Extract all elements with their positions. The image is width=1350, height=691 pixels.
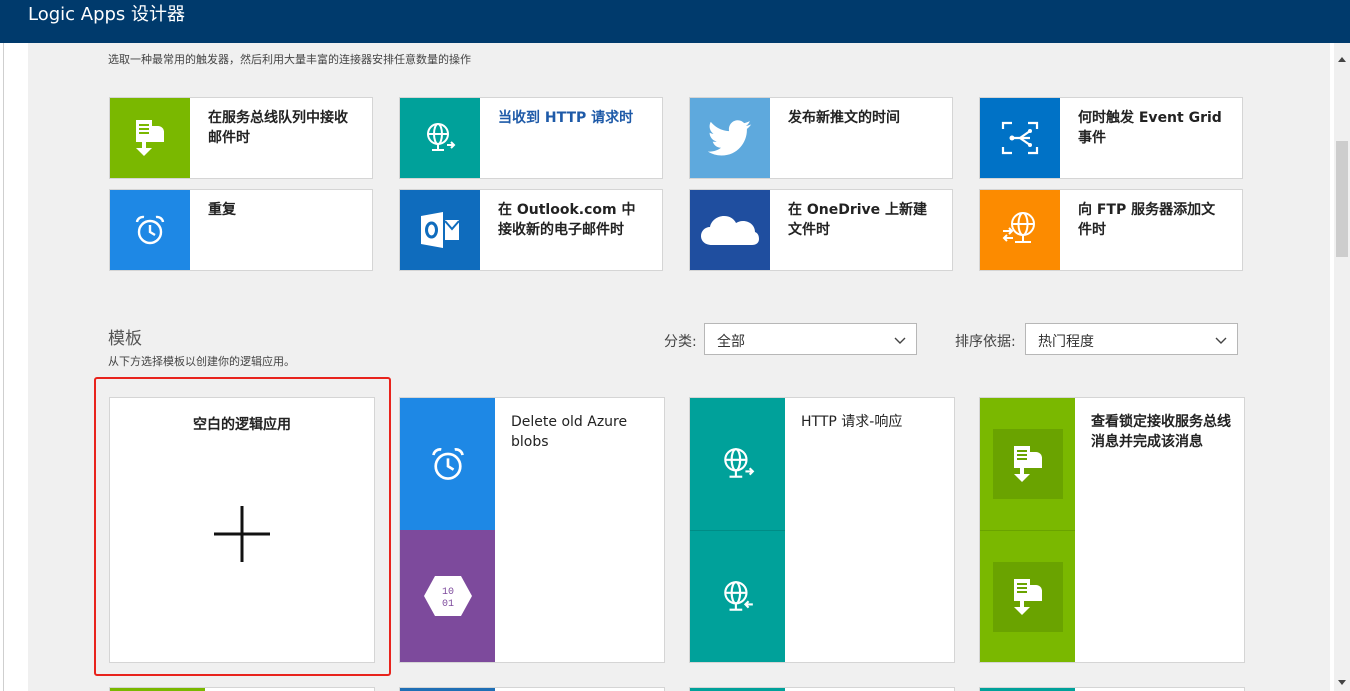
trigger-twitter[interactable]: 发布新推文的时间 [689,97,953,179]
sort-value: 热门程度 [1038,334,1094,350]
chevron-down-icon [894,333,906,349]
template-card-partial[interactable] [979,687,1245,691]
svg-text:10: 10 [441,587,453,598]
templates-title: 模板 [108,329,142,349]
trigger-label: 当收到 HTTP 请求时 [498,110,634,126]
template-blank-logic-app[interactable]: 空白的逻辑应用 [109,397,375,663]
trigger-service-bus[interactable]: 在服务总线队列中接收邮件时 [109,97,373,179]
trigger-label: 重复 [208,202,236,218]
trigger-recurrence[interactable]: 重复 [109,189,373,271]
alarm-clock-icon [400,398,495,530]
vertical-scrollbar[interactable] [1334,43,1350,691]
category-value: 全部 [717,334,745,350]
category-label: 分类: [664,334,697,350]
template-title: 空白的逻辑应用 [193,417,291,433]
scroll-down-arrow-icon[interactable] [1338,680,1346,685]
trigger-label: 在服务总线队列中接收邮件时 [208,110,348,146]
service-bus-icon [980,530,1075,662]
templates-subtitle: 从下方选择模板以创建你的逻辑应用。 [108,355,295,368]
template-card-partial[interactable] [689,687,955,691]
title-bar: Logic Apps 设计器 [0,0,1350,43]
ftp-globe-icon [980,190,1060,270]
service-bus-icon [980,398,1075,530]
trigger-label: 发布新推文的时间 [788,110,900,126]
onedrive-cloud-icon [690,190,770,270]
http-globe-icon [400,98,480,178]
trigger-outlook[interactable]: 在 Outlook.com 中接收新的电子邮件时 [399,189,663,271]
outlook-icon [400,190,480,270]
twitter-bird-icon [690,98,770,178]
sort-label: 排序依据: [955,334,1016,350]
alarm-clock-icon [110,190,190,270]
sort-select[interactable]: 热门程度 [1025,323,1238,355]
event-grid-icon [980,98,1060,178]
scroll-up-arrow-icon[interactable] [1338,57,1346,62]
trigger-onedrive[interactable]: 在 OneDrive 上新建文件时 [689,189,953,271]
template-card-partial[interactable] [399,687,665,691]
trigger-label: 向 FTP 服务器添加文件时 [1078,202,1216,238]
blob-storage-icon: 10 01 [400,530,495,662]
template-card-partial[interactable] [109,687,375,691]
template-title: HTTP 请求-响应 [801,414,903,430]
window-title: Logic Apps 设计器 [28,4,186,25]
trigger-http-request[interactable]: 当收到 HTTP 请求时 [399,97,663,179]
category-select[interactable]: 全部 [704,323,917,355]
trigger-ftp[interactable]: 向 FTP 服务器添加文件时 [979,189,1243,271]
chevron-down-icon [1215,333,1227,349]
trigger-event-grid[interactable]: 何时触发 Event Grid 事件 [979,97,1243,179]
designer-canvas: 选取一种最常用的触发器，然后利用大量丰富的连接器安排任意数量的操作 在服务总线队… [4,43,1334,691]
http-globe-icon [690,398,785,530]
designer-content: 选取一种最常用的触发器，然后利用大量丰富的连接器安排任意数量的操作 在服务总线队… [28,43,1330,691]
trigger-label: 何时触发 Event Grid 事件 [1078,110,1222,146]
trigger-label: 在 Outlook.com 中接收新的电子邮件时 [498,202,636,238]
http-response-globe-icon [690,530,785,662]
scrollbar-thumb[interactable] [1336,141,1348,257]
trigger-label: 在 OneDrive 上新建文件时 [788,202,928,238]
template-delete-old-azure-blobs[interactable]: 10 01 Delete old Azure blobs [399,397,665,663]
template-service-bus-peek-lock[interactable]: 查看锁定接收服务总线消息并完成该消息 [979,397,1245,663]
template-http-request-response[interactable]: HTTP 请求-响应 [689,397,955,663]
intro-text: 选取一种最常用的触发器，然后利用大量丰富的连接器安排任意数量的操作 [108,53,471,66]
template-title: Delete old Azure blobs [511,414,628,450]
plus-icon [212,504,272,568]
template-title: 查看锁定接收服务总线消息并完成该消息 [1091,414,1231,450]
svg-text:01: 01 [441,599,453,610]
service-bus-icon [110,98,190,178]
